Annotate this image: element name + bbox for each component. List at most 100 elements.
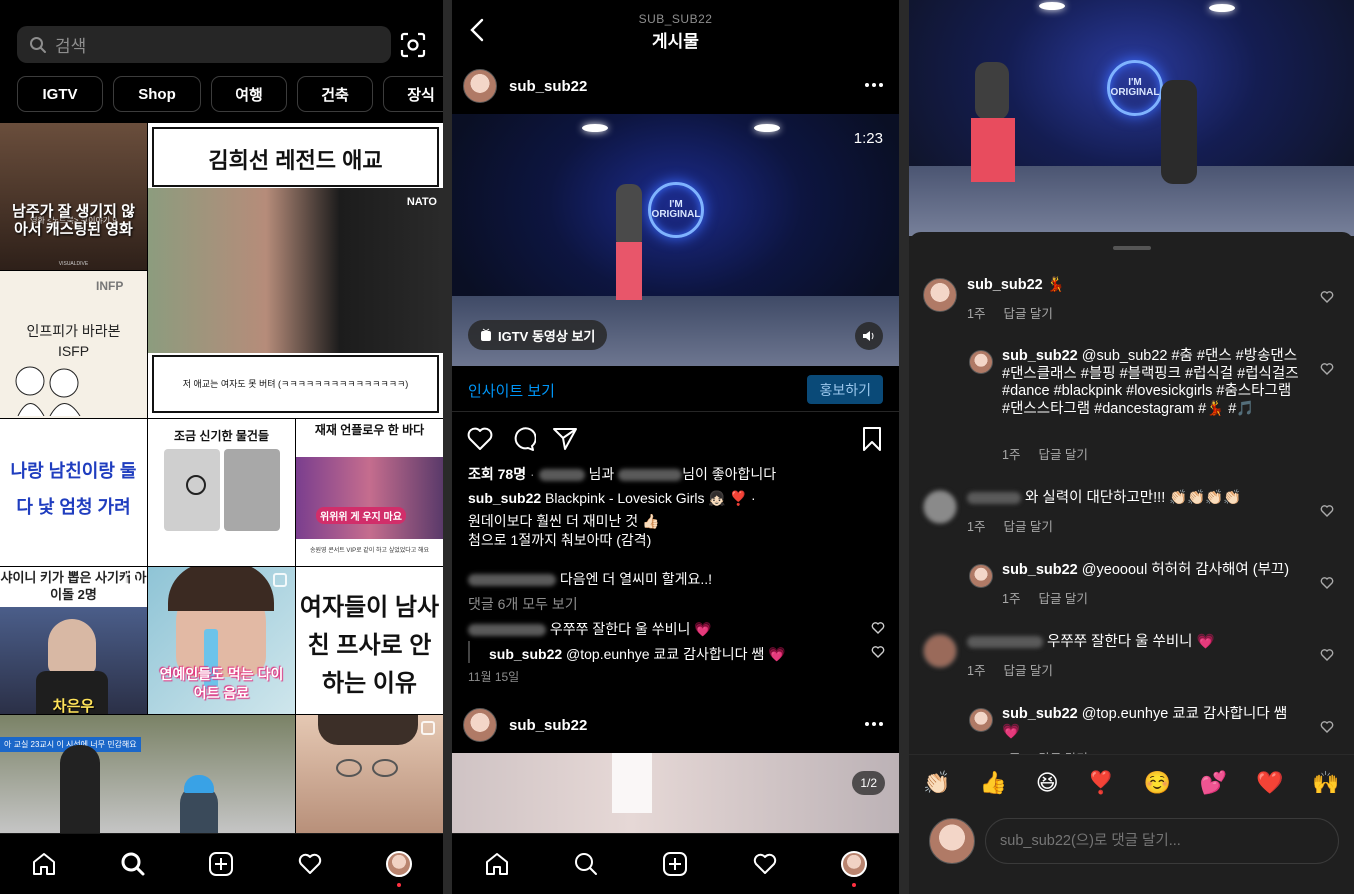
next-post-image[interactable]: 1/2 (452, 753, 899, 833)
caption-username[interactable]: sub_sub22 (468, 490, 541, 506)
emoji-heart-exclamation-button[interactable]: ❣️ (1087, 770, 1114, 796)
comment-like-icon[interactable] (1320, 648, 1334, 662)
topic-chips: IGTV Shop 여행 건축 장식 (17, 76, 443, 112)
blurred-username (967, 636, 1043, 649)
comment-like-icon[interactable] (1320, 504, 1334, 518)
qr-scan-icon[interactable] (400, 32, 426, 58)
view-count: 조회 78명 (468, 466, 527, 482)
grid-tile-quote[interactable]: 여자들이 남사친 프사로 안 하는 이유 (296, 567, 443, 714)
comment-like-icon[interactable] (1320, 362, 1334, 376)
grid-tile-movie[interactable]: 영화 <노트북> 뒷이야기 9 남주가 잘 생기지 않아서 캐스팅된 영화 VI… (0, 123, 147, 270)
grid-tile-portrait[interactable] (296, 715, 443, 833)
comment-like-icon[interactable] (1320, 576, 1334, 590)
emoji-thumbsup-button[interactable]: 👍 (980, 770, 1007, 796)
profile-button[interactable] (839, 849, 869, 887)
bookmark-icon[interactable] (861, 426, 883, 452)
comment-text: 와 실력이 대단하고만!!! 👏🏻👏🏻👏🏻👏🏻 (1025, 490, 1242, 506)
create-button[interactable] (206, 849, 236, 879)
more-options-icon[interactable] (865, 722, 883, 728)
liked-by-connector: 님과 (588, 466, 615, 482)
avatar[interactable] (463, 69, 497, 103)
image-detail (612, 753, 652, 813)
search-tab-button[interactable] (571, 849, 601, 879)
background-video: I'M ORIGINAL (909, 0, 1354, 236)
comment-username[interactable]: sub_sub22 (1002, 706, 1078, 722)
avatar[interactable] (969, 350, 993, 374)
avatar[interactable] (923, 634, 957, 668)
reply-button[interactable]: 답글 달기 (1003, 520, 1052, 534)
chip-shop[interactable]: Shop (113, 76, 201, 112)
blurred-username (538, 469, 585, 482)
blurred-username (468, 574, 556, 587)
view-all-comments-link[interactable]: 댓글 6개 모두 보기 (468, 594, 578, 614)
comment-like-icon[interactable] (1320, 290, 1334, 304)
reply-button[interactable]: 답글 달기 (1038, 592, 1087, 606)
comment-username[interactable]: sub_sub22 (967, 277, 1043, 293)
reply-button[interactable]: 답글 달기 (1038, 448, 1087, 462)
emoji-raised-hands-button[interactable]: 🙌 (1312, 770, 1339, 796)
comment-time: 1주 (967, 307, 986, 321)
volume-button[interactable] (855, 322, 883, 350)
igtv-button[interactable]: IGTV 동영상 보기 (468, 320, 608, 350)
tile-caption: 재재 언플로우 한 바다 (314, 423, 425, 437)
reply-button[interactable]: 답글 달기 (1003, 664, 1052, 678)
reply-username[interactable]: sub_sub22 (489, 646, 562, 662)
comment-like-icon[interactable] (871, 645, 885, 659)
avatar[interactable] (969, 564, 993, 588)
grid-tile-comic[interactable]: INFP 인프피가 바라본 ISFP (0, 271, 147, 418)
profile-button[interactable] (384, 849, 414, 887)
caption-line: sub_sub22 Blackpink - Lovesick Girls 👧🏻 … (468, 490, 756, 507)
home-button[interactable] (482, 849, 512, 879)
avatar (841, 851, 868, 877)
comment-icon[interactable] (510, 426, 536, 452)
caption-line: 원데이보다 훨씬 더 재미난 것 👍🏻 (468, 513, 660, 529)
chip-architecture[interactable]: 건축 (297, 76, 373, 112)
like-heart-icon[interactable] (466, 426, 494, 452)
emoji-laugh-button[interactable]: 😆 (1036, 770, 1059, 796)
grid-tile-gadgets[interactable]: 조금 신기한 물건들 (148, 419, 295, 566)
avatar[interactable] (969, 708, 993, 732)
emoji-red-heart-button[interactable]: ❤️ (1256, 770, 1283, 796)
avatar[interactable] (923, 278, 957, 312)
reply-button[interactable]: 답글 달기 (1003, 307, 1052, 321)
grid-tile-idol[interactable]: 샤이니 키가 뽑은 사기캐 아이돌 2명 차은우 (0, 567, 147, 714)
comment-like-icon[interactable] (871, 621, 885, 635)
tile-label: INFP (96, 279, 124, 293)
post-username[interactable]: sub_sub22 (509, 717, 587, 734)
post-author-row: sub_sub22 (452, 58, 899, 114)
avatar[interactable] (463, 708, 497, 742)
comment-input-row (909, 812, 1354, 894)
activity-button[interactable] (750, 849, 780, 879)
view-insights-link[interactable]: 인사이트 보기 (468, 380, 555, 401)
comment-username[interactable]: sub_sub22 (1002, 348, 1078, 364)
grid-tile-show[interactable]: 재재 언플로우 한 바다 위위위 게 우지 마요 송원영 콘서트 VIP로 같이… (296, 419, 443, 566)
neon-text: I'M ORIGINAL (651, 199, 701, 220)
grid-tile-street[interactable]: 아 교실 23교시 이 시선에 너무 민감해요 (0, 715, 295, 833)
grid-tile-video[interactable]: 김희선 레전드 애교 NATO 저 애교는 여자도 못 버텨 (ㅋㅋㅋㅋㅋㅋㅋㅋ… (148, 123, 443, 418)
home-button[interactable] (29, 849, 59, 879)
more-options-icon[interactable] (865, 83, 883, 89)
search-tab-button[interactable] (118, 849, 148, 879)
grid-tile-text[interactable]: 나랑 남친이랑 둘다 낯 엄청 가려 (0, 419, 147, 566)
post-username[interactable]: sub_sub22 (509, 78, 587, 95)
comment-like-icon[interactable] (1320, 720, 1334, 734)
avatar[interactable] (923, 490, 957, 524)
emoji-clap-button[interactable]: 👏🏻 (923, 770, 950, 796)
search-input[interactable]: 검색 (17, 26, 391, 63)
comment-username[interactable]: sub_sub22 (1002, 562, 1078, 578)
emoji-smile-button[interactable]: ☺️ (1144, 770, 1171, 796)
comment-input[interactable] (985, 818, 1339, 864)
share-send-icon[interactable] (552, 426, 578, 452)
comment-text: 우쭈쭈 잘한다 울 쑤비니 💗 (1047, 634, 1215, 650)
activity-button[interactable] (295, 849, 325, 879)
grid-tile-drink[interactable]: 연예인들도 먹는 다이어트 음료 (148, 567, 295, 714)
promote-button[interactable]: 홍보하기 (807, 375, 883, 404)
dancer (1161, 80, 1197, 184)
chip-decor[interactable]: 장식 (383, 76, 443, 112)
post-video[interactable]: I'M ORIGINAL 1:23 IGTV 동영상 보기 (452, 114, 899, 366)
create-button[interactable] (660, 849, 690, 879)
chip-travel[interactable]: 여행 (211, 76, 287, 112)
drag-handle[interactable] (1113, 246, 1151, 250)
emoji-two-hearts-button[interactable]: 💕 (1200, 770, 1227, 796)
chip-igtv[interactable]: IGTV (17, 76, 103, 112)
